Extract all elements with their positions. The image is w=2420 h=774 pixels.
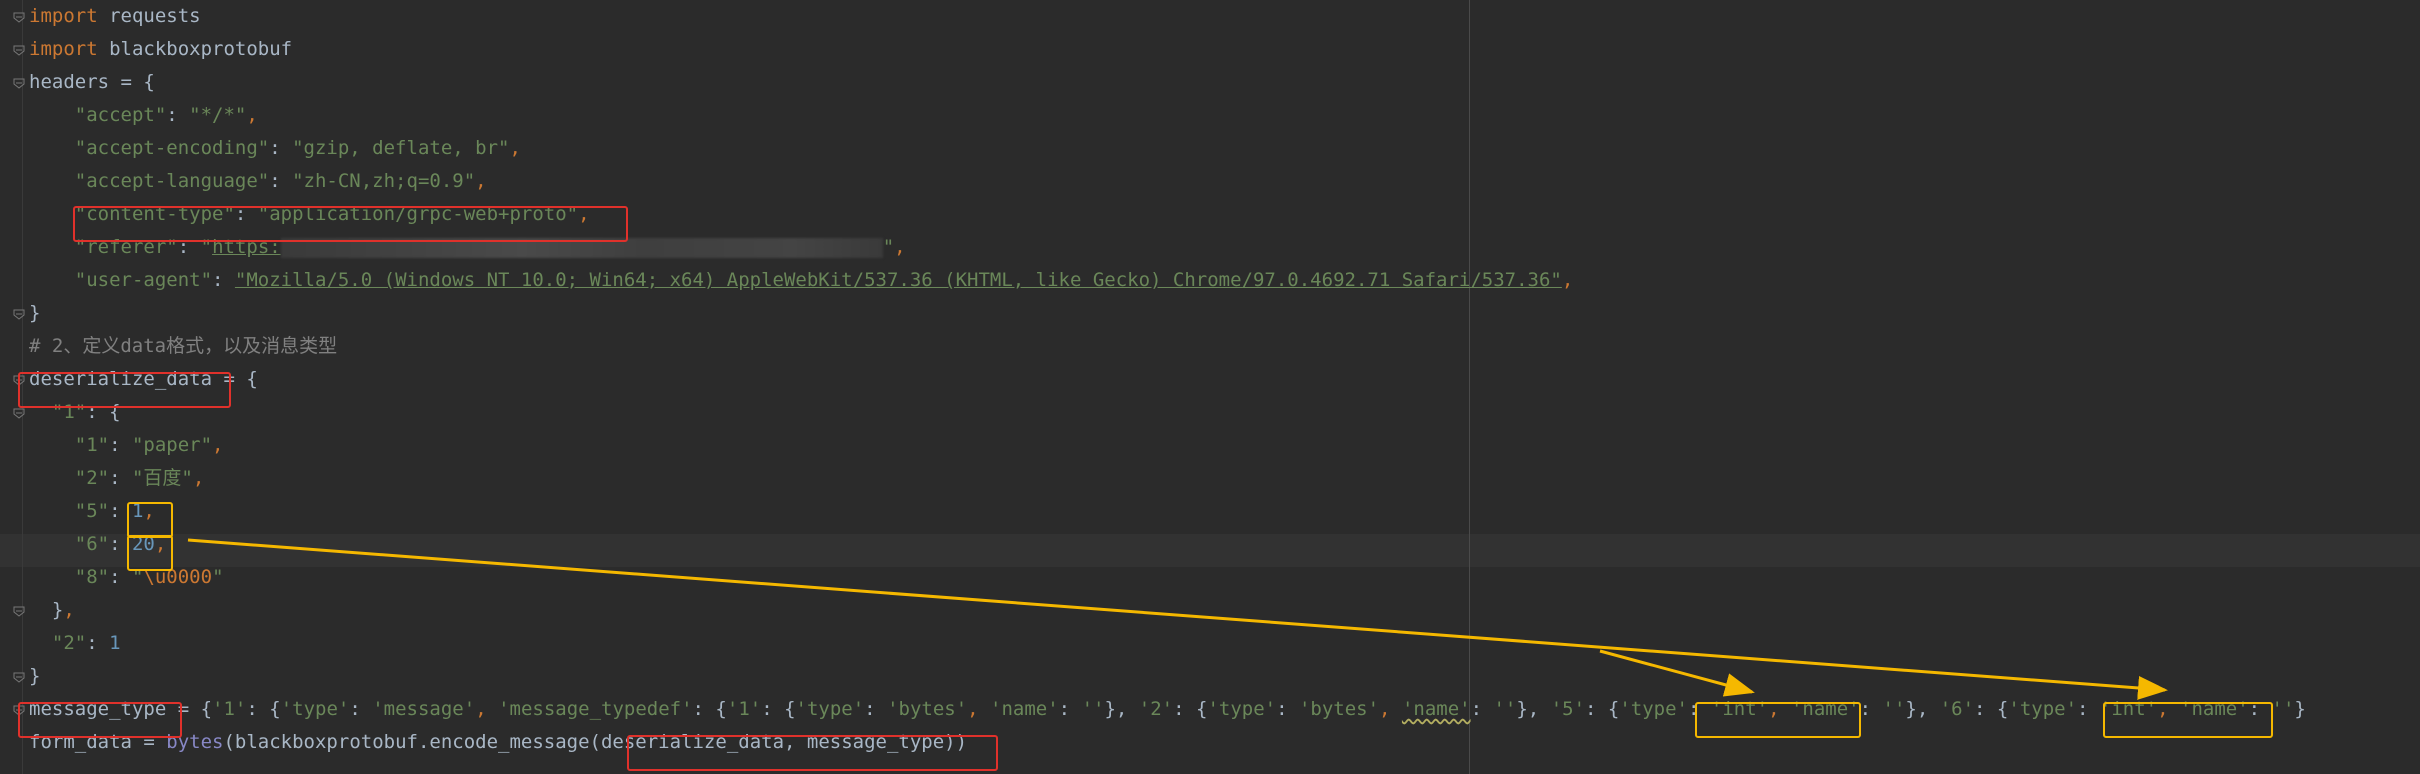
- annotation-arrows: [187, 538, 2168, 700]
- code-editor[interactable]: import requests import blackboxprotobuf he…: [0, 0, 2420, 774]
- arrow-to-type6: [187, 538, 2168, 700]
